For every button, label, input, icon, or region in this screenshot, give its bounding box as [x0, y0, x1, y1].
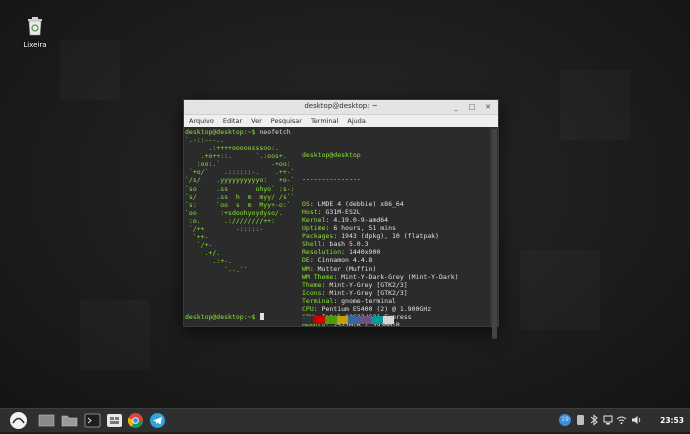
terminal-icon[interactable] — [84, 412, 101, 429]
files-icon[interactable] — [61, 412, 78, 429]
system-info-value: 6 hours, 51 mins — [333, 224, 396, 233]
system-info-key: DE — [302, 256, 310, 265]
system-info-value: bash 5.0.3 — [329, 240, 369, 249]
separator: --------------- — [302, 175, 361, 184]
menu-icon[interactable] — [9, 411, 28, 430]
system-info-row: Terminal: gnome-terminal — [302, 296, 396, 305]
system-info-key: Host — [302, 207, 318, 216]
desktop-icon-label: Lixeira — [23, 41, 47, 49]
system-info-key: Theme — [302, 280, 322, 289]
menu-item-editar[interactable]: Editar — [223, 115, 242, 127]
system-info-value: 4.19.0-9-amd64 — [333, 215, 389, 224]
color-swatch — [325, 316, 337, 324]
network-icon[interactable] — [603, 414, 613, 428]
system-info-key: WM — [302, 264, 310, 273]
wifi-icon[interactable] — [616, 414, 627, 428]
bluetooth-icon[interactable] — [589, 414, 599, 428]
system-info-row: WM Theme: Mint-Y-Dark-Grey (Mint-Y-Dark) — [302, 272, 459, 281]
wallpaper-tile — [60, 40, 120, 100]
system-info-value: Pentium E5400 (2) @ 1.900GHz — [321, 304, 432, 313]
system-info-value: Mint-Y-Grey [GTK2/3] — [329, 280, 408, 289]
system-info-row: Kernel: 4.19.0-9-amd64 — [302, 215, 389, 224]
menu-item-terminal[interactable]: Terminal — [311, 115, 338, 127]
scrollbar-thumb[interactable] — [492, 129, 497, 339]
close-button[interactable]: ✕ — [483, 102, 493, 112]
color-swatch — [371, 316, 383, 324]
wallpaper-tile — [80, 300, 150, 370]
desktop-icon-trash[interactable]: Lixeira — [18, 16, 52, 49]
color-swatch — [382, 316, 394, 324]
minimize-button[interactable]: _ — [451, 102, 461, 112]
system-info-value: LMDE 4 (debbie) x86_64 — [317, 199, 404, 208]
taskbar: 19 23:53 — [0, 408, 690, 432]
menu-item-ajuda[interactable]: Ajuda — [347, 115, 365, 127]
telegram-icon[interactable] — [149, 412, 166, 429]
system-info-key: Resolution — [302, 248, 342, 257]
system-info-row: Shell: bash 5.0.3 — [302, 240, 369, 249]
system-info-key: Kernel — [302, 215, 326, 224]
system-info-row: Resolution: 1440x900 — [302, 248, 381, 257]
system-info-key: Packages — [302, 232, 334, 241]
prompt: desktop@desktop:~$ — [185, 128, 256, 136]
window-titlebar[interactable]: desktop@desktop: ~ _ □ ✕ — [184, 100, 498, 115]
menu-item-ver[interactable]: Ver — [251, 115, 262, 127]
sound-icon[interactable] — [631, 414, 642, 428]
color-swatch — [348, 316, 360, 324]
system-info-row: Packages: 1943 (dpkg), 10 (flatpak) — [302, 232, 439, 241]
color-swatch — [359, 316, 371, 324]
software-icon[interactable] — [106, 412, 123, 429]
system-info-row: Host: G31M-ES2L — [302, 207, 361, 216]
system-info-value: G31M-ES2L — [325, 207, 361, 216]
system-info-key: Uptime — [302, 224, 326, 233]
system-info-key: Terminal — [302, 296, 334, 305]
system-info-value: Mutter (Muffin) — [317, 264, 377, 273]
text-cursor — [260, 313, 265, 320]
system-info-row: Icons: Mint-Y-Grey [GTK2/3] — [302, 288, 408, 297]
system-info-value: Mint-Y-Dark-Grey (Mint-Y-Dark) — [341, 272, 459, 281]
user-host: desktop@desktop — [302, 151, 361, 160]
system-info-key: Shell — [302, 240, 322, 249]
ascii-logo: `.-::---.. .:++++ooooosssoo:. .+o++::. `… — [185, 136, 295, 274]
system-info-key: Icons — [302, 288, 322, 297]
chrome-icon[interactable] — [127, 412, 144, 429]
system-info-key: WM Theme — [302, 272, 334, 281]
color-swatch — [336, 316, 348, 324]
active-prompt-line: desktop@desktop:~$ — [185, 313, 265, 321]
system-info-value: 1440x900 — [348, 248, 381, 257]
maximize-button[interactable]: □ — [467, 102, 477, 112]
system-info-value: gnome-terminal — [341, 296, 396, 305]
color-palette — [302, 316, 394, 324]
color-swatch — [313, 316, 325, 324]
terminal-output[interactable]: desktop@desktop:~$ neofetch `.-::---.. .… — [184, 127, 491, 326]
notification-icon[interactable]: 19 — [559, 414, 571, 426]
system-info-value: Cinnamon 4.4.8 — [317, 256, 373, 265]
wallpaper-tile — [520, 250, 600, 330]
system-info: desktop@desktop --------------- OS: LMDE… — [302, 135, 459, 326]
system-info-value: Mint-Y-Grey [GTK2/3] — [329, 288, 408, 297]
system-info-value: 1943 (dpkg), 10 (flatpak) — [341, 232, 439, 241]
volume-icon[interactable] — [576, 414, 586, 428]
system-info-row: DE: Cinnamon 4.4.8 — [302, 256, 373, 265]
wallpaper-tile — [560, 70, 630, 140]
prompt: desktop@desktop:~$ — [185, 313, 256, 321]
terminal-window[interactable]: desktop@desktop: ~ _ □ ✕ Arquivo Editar … — [183, 99, 499, 339]
system-info-key: OS — [302, 199, 310, 208]
system-info-row: Theme: Mint-Y-Grey [GTK2/3] — [302, 280, 408, 289]
clock[interactable]: 23:53 — [660, 416, 684, 425]
scrollbar[interactable] — [490, 127, 498, 339]
command-line: desktop@desktop:~$ neofetch — [185, 128, 291, 136]
system-info-row: Uptime: 6 hours, 51 mins — [302, 224, 396, 233]
color-swatch — [302, 316, 314, 324]
system-info-row: CPU: Pentium E5400 (2) @ 1.900GHz — [302, 304, 432, 313]
show-desktop-icon[interactable] — [38, 412, 55, 429]
command-text: neofetch — [255, 128, 291, 136]
menu-item-pesquisar[interactable]: Pesquisar — [271, 115, 302, 127]
system-info-row: WM: Mutter (Muffin) — [302, 264, 377, 273]
system-info-key: CPU — [302, 304, 314, 313]
trash-icon — [26, 16, 44, 36]
system-info-row: OS: LMDE 4 (debbie) x86_64 — [302, 199, 404, 208]
menu-item-arquivo[interactable]: Arquivo — [189, 115, 214, 127]
